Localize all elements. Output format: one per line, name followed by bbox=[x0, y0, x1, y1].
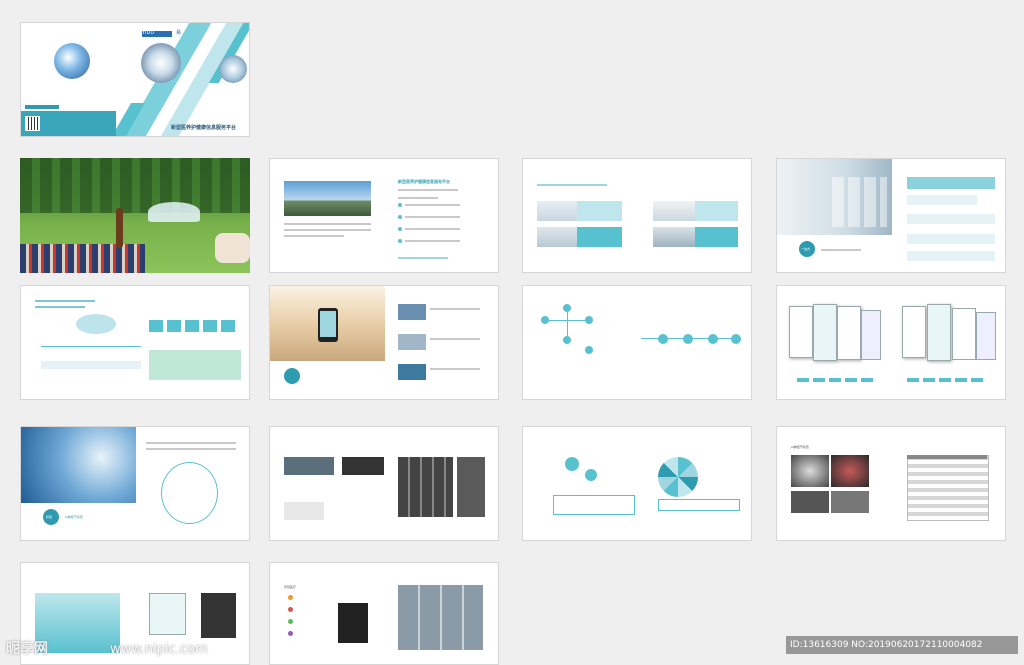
photo-hospital bbox=[653, 227, 695, 247]
app-screen-3 bbox=[837, 306, 861, 360]
page-app-screens[interactable] bbox=[776, 285, 1006, 400]
badge bbox=[284, 368, 300, 384]
lung-ct-3 bbox=[791, 491, 829, 513]
partner-text: 易 bbox=[176, 30, 182, 36]
app-screen-6 bbox=[927, 304, 951, 361]
watermark-logo-text: 昵享网 bbox=[6, 641, 48, 657]
tech-photo bbox=[21, 427, 136, 503]
thumb-2 bbox=[398, 334, 426, 350]
page-doctors[interactable] bbox=[522, 158, 752, 273]
photo-doctor-2 bbox=[537, 227, 577, 247]
app-screen-1 bbox=[789, 306, 813, 358]
data-table bbox=[907, 455, 989, 521]
page-mountain[interactable]: 新型医养护健康信息服务平台 bbox=[269, 158, 499, 273]
scan-thumbs bbox=[338, 603, 368, 643]
cover-photo-circle-2 bbox=[141, 43, 181, 83]
photo-doctor-3 bbox=[653, 201, 695, 221]
photo-doctor-1 bbox=[537, 201, 577, 221]
lung-ct-4 bbox=[831, 491, 869, 513]
gear-icon bbox=[585, 469, 597, 481]
page-heading: 新型医养护健康信息服务平台 bbox=[398, 179, 450, 184]
tree-line bbox=[20, 158, 250, 213]
brand-text: YIDU bbox=[142, 30, 155, 36]
cover-title: 新型医养护健康信息服务平台 bbox=[171, 125, 237, 131]
cover-page[interactable]: YIDU 易 新型医养护健康信息服务平台 bbox=[20, 22, 250, 137]
lung-ct-2 bbox=[831, 455, 869, 487]
qr-code bbox=[25, 116, 40, 131]
icon-grid bbox=[832, 177, 887, 227]
page-park-photo[interactable] bbox=[20, 158, 250, 273]
ct-image-3 bbox=[284, 502, 324, 520]
wheel-chart bbox=[658, 457, 698, 497]
ct-image-1 bbox=[284, 457, 334, 475]
caption: AI肺结节筛查 bbox=[791, 445, 809, 449]
caption: 智慧医疗 bbox=[284, 585, 297, 589]
page-ai-head[interactable]: 智慧 AI肺结节筛查 bbox=[20, 426, 250, 541]
ct-image-2 bbox=[342, 457, 384, 475]
photo-collage bbox=[398, 585, 483, 650]
ct-image-4 bbox=[457, 457, 485, 517]
phone-screen bbox=[320, 311, 336, 337]
guitar bbox=[116, 208, 123, 248]
service-icons-1 bbox=[149, 320, 239, 332]
lung-ct-1 bbox=[791, 455, 829, 487]
page-flow-diagram[interactable] bbox=[522, 285, 752, 400]
app-screen-2 bbox=[813, 304, 837, 361]
thumb-1 bbox=[398, 304, 426, 320]
watermark-logo: 昵享网 bbox=[6, 638, 106, 660]
page-photos[interactable]: 智慧医疗 bbox=[269, 562, 499, 665]
umbrella bbox=[148, 202, 200, 222]
gear-icon bbox=[565, 457, 579, 471]
cover-logo-small bbox=[25, 105, 59, 109]
app-screen-4 bbox=[861, 310, 881, 360]
page-lung-table[interactable]: AI肺结节筛查 bbox=[776, 426, 1006, 541]
mountain-photo bbox=[284, 181, 371, 216]
cloud-icon bbox=[76, 314, 116, 334]
app-screen-5 bbox=[902, 306, 926, 358]
head-outline bbox=[161, 462, 218, 524]
page-gears[interactable] bbox=[522, 426, 752, 541]
page-app-features[interactable]: 一站式 bbox=[776, 158, 1006, 273]
scan-stack bbox=[201, 593, 236, 638]
app-screen-7 bbox=[952, 308, 976, 360]
phone-screens bbox=[149, 593, 186, 635]
cover-photo-circle-1 bbox=[54, 43, 90, 79]
caption: AI肺结节筛查 bbox=[65, 515, 83, 519]
thumb-3 bbox=[398, 364, 426, 380]
xray-grid bbox=[398, 457, 453, 517]
watermark-url: www.nipic.com bbox=[110, 642, 208, 657]
watermark-id: ID:13616309 NO:20190620172110004082 bbox=[790, 640, 983, 650]
app-screen-8 bbox=[976, 312, 996, 360]
badge-text: 一站式 bbox=[801, 247, 811, 251]
badge-text: 智慧 bbox=[46, 515, 53, 519]
page-cloud-diagram[interactable] bbox=[20, 285, 250, 400]
page-mall-phone[interactable] bbox=[269, 285, 499, 400]
picnic-blanket bbox=[20, 244, 145, 273]
page-ct-scans[interactable] bbox=[269, 426, 499, 541]
service-icons-2 bbox=[149, 350, 241, 380]
hand bbox=[215, 233, 250, 263]
cover-photo-circle-3 bbox=[219, 55, 247, 83]
